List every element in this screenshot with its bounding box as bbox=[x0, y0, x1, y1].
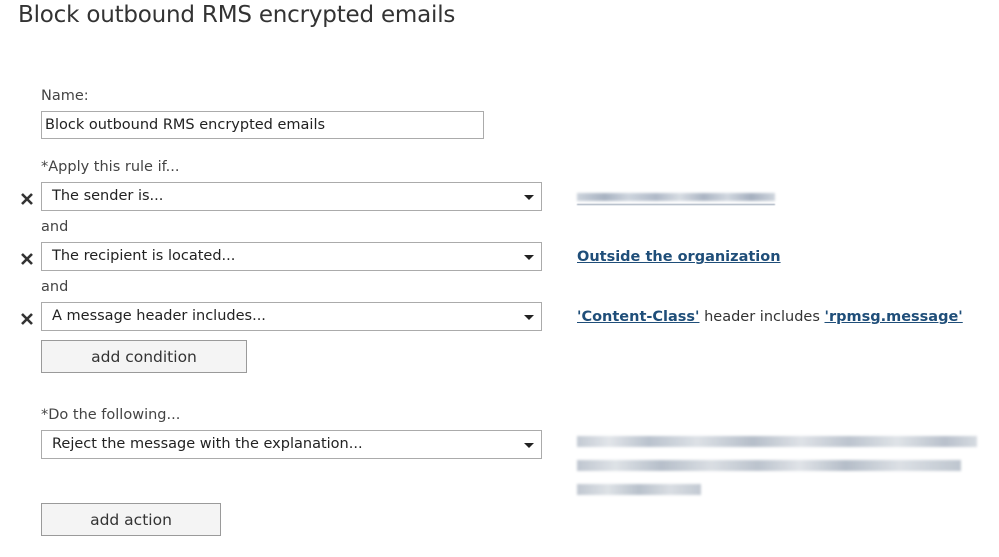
rpmsg-message-link[interactable]: 'rpmsg.message' bbox=[825, 309, 963, 325]
name-input[interactable] bbox=[41, 111, 484, 139]
chevron-down-icon bbox=[524, 315, 534, 320]
condition-2-dropdown-value: The recipient is located... bbox=[52, 248, 236, 264]
condition-1-detail-blurred-link[interactable] bbox=[577, 190, 775, 206]
condition-2-detail: Outside the organization bbox=[577, 249, 781, 265]
add-condition-button[interactable]: add condition bbox=[41, 340, 247, 373]
content-class-link[interactable]: 'Content-Class' bbox=[577, 309, 700, 325]
condition-3-dropdown-value: A message header includes... bbox=[52, 308, 266, 324]
condition-1-dropdown-value: The sender is... bbox=[52, 188, 164, 204]
and-label-1: and bbox=[41, 219, 69, 235]
apply-rule-label: *Apply this rule if... bbox=[41, 159, 180, 175]
chevron-down-icon bbox=[524, 195, 534, 200]
condition-2-dropdown[interactable]: The recipient is located... bbox=[41, 242, 542, 271]
page-title: Block outbound RMS encrypted emails bbox=[18, 2, 456, 28]
outside-organization-link[interactable]: Outside the organization bbox=[577, 249, 781, 265]
add-action-button[interactable]: add action bbox=[41, 503, 221, 536]
remove-condition-2-icon[interactable] bbox=[20, 251, 34, 265]
condition-3-dropdown[interactable]: A message header includes... bbox=[41, 302, 542, 331]
condition-1-dropdown[interactable]: The sender is... bbox=[41, 182, 542, 211]
do-following-label: *Do the following... bbox=[41, 407, 181, 423]
action-dropdown[interactable]: Reject the message with the explanation.… bbox=[41, 430, 542, 459]
action-dropdown-value: Reject the message with the explanation.… bbox=[52, 436, 363, 452]
name-label: Name: bbox=[41, 88, 89, 104]
chevron-down-icon bbox=[524, 443, 534, 448]
remove-condition-3-icon[interactable] bbox=[20, 311, 34, 325]
condition-3-detail: 'Content-Class' header includes 'rpmsg.m… bbox=[577, 309, 963, 325]
action-detail-blurred-text[interactable] bbox=[577, 432, 977, 500]
and-label-2: and bbox=[41, 279, 69, 295]
header-includes-text: header includes bbox=[699, 309, 825, 325]
chevron-down-icon bbox=[524, 255, 534, 260]
remove-condition-1-icon[interactable] bbox=[20, 191, 34, 205]
